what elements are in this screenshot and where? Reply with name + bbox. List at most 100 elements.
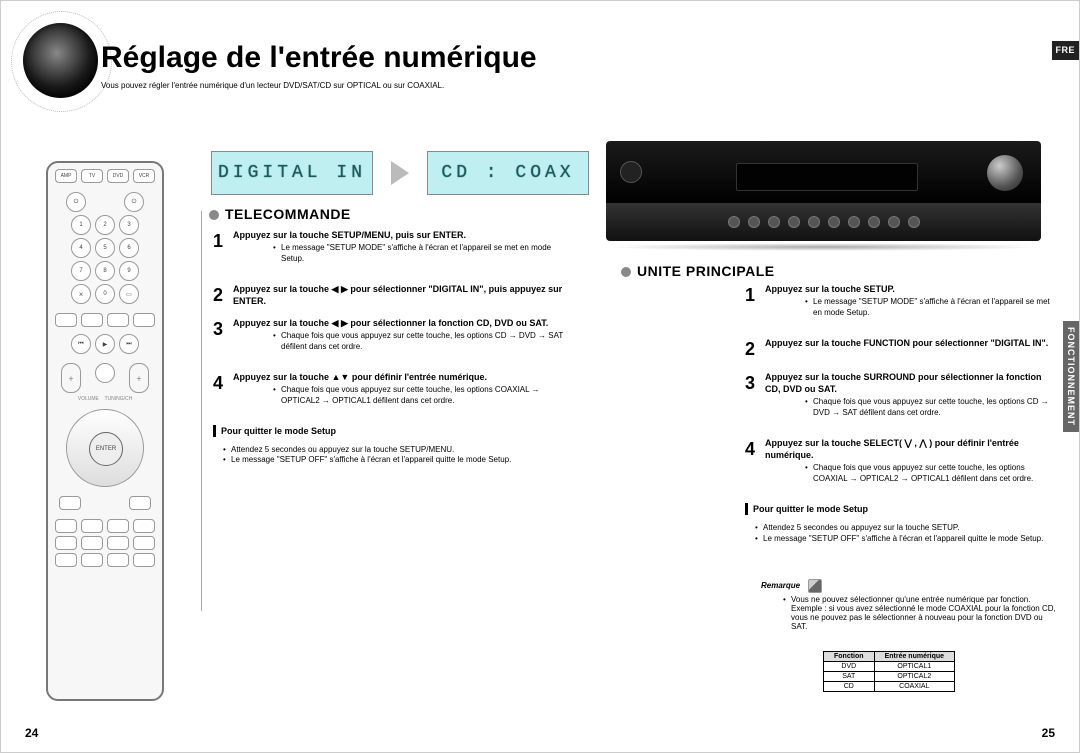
- remote-num-2: 2: [95, 215, 115, 235]
- remark-text: Vous ne pouvez sélectionner qu'une entré…: [783, 595, 1061, 631]
- remote-r5: [55, 536, 77, 550]
- remote-r10: [81, 553, 103, 567]
- instruction-step: 1Appuyez sur la touche SETUP.Le message …: [745, 283, 1055, 327]
- remote-num-8: 8: [95, 261, 115, 281]
- remote-num-6: 6: [119, 238, 139, 258]
- remote-r7: [107, 536, 129, 550]
- page-title: Réglage de l'entrée numérique: [101, 41, 801, 75]
- remote-num-3: 3: [119, 215, 139, 235]
- exit-setup-heading: Pour quitter le mode Setup: [745, 503, 1055, 515]
- unit-btn: [888, 216, 900, 228]
- step-sub-text: Chaque fois que vous appuyez sur cette t…: [273, 331, 569, 353]
- remote-mode-2: [81, 313, 103, 327]
- step-number: 1: [745, 283, 765, 327]
- remote-r11: [107, 553, 129, 567]
- step-main-text: Appuyez sur la touche SURROUND pour séle…: [765, 371, 1055, 395]
- bullet-icon: [209, 210, 219, 220]
- step-main-text: Appuyez sur la touche ◀ ▶ pour sélection…: [233, 317, 569, 329]
- step-sub-text: Le message "SETUP MODE" s'affiche à l'éc…: [273, 243, 569, 265]
- step-main-text: Appuyez sur la touche ▲▼ pour définir l'…: [233, 371, 569, 383]
- table-row: DVDOPTICAL1: [824, 662, 955, 672]
- remote-center-btn: [95, 363, 115, 383]
- step-number: 3: [745, 371, 765, 427]
- step-sub-text: Chaque fois que vous appuyez sur cette t…: [273, 385, 569, 407]
- remote-r9: [55, 553, 77, 567]
- arrow-right-icon: [391, 161, 409, 185]
- remote-info-btn: [59, 496, 81, 510]
- remote-tune-rocker: ＋: [129, 363, 149, 393]
- remote-mode-1: [55, 313, 77, 327]
- remote-r2: [81, 519, 103, 533]
- step-number: 1: [213, 229, 233, 273]
- unit-display: [736, 163, 918, 191]
- remote-r4: [133, 519, 155, 533]
- bullet-icon: [621, 267, 631, 277]
- telecommande-steps: 1Appuyez sur la touche SETUP/MENU, puis …: [213, 229, 569, 474]
- instruction-step: 4Appuyez sur la touche SELECT( ⋁ , ⋀ ) p…: [745, 437, 1055, 493]
- remote-num-9: 9: [119, 261, 139, 281]
- language-tab: FRE: [1052, 41, 1080, 60]
- remote-power-icon: ⏻: [66, 192, 86, 212]
- remote-r12: [133, 553, 155, 567]
- step-main-text: Appuyez sur la touche ◀ ▶ pour sélection…: [233, 283, 569, 307]
- divider-vertical: [201, 211, 202, 611]
- unit-btn: [768, 216, 780, 228]
- remark-note: Remarque Vous ne pouvez sélectionner qu'…: [761, 579, 1061, 631]
- unit-btn: [788, 216, 800, 228]
- function-input-table: FonctionEntrée numérique DVDOPTICAL1 SAT…: [823, 651, 955, 692]
- remote-r1: [55, 519, 77, 533]
- exit-setup-text: Le message "SETUP OFF" s'affiche à l'écr…: [223, 455, 569, 466]
- unit-btn: [828, 216, 840, 228]
- unit-btn: [908, 216, 920, 228]
- remote-src-dvd: DVD: [107, 169, 129, 183]
- remote-num-5: 5: [95, 238, 115, 258]
- unit-volume-knob: [987, 155, 1023, 191]
- instruction-step: 2Appuyez sur la touche FUNCTION pour sél…: [745, 337, 1055, 361]
- remote-enter-button: ENTER: [89, 432, 123, 466]
- instruction-step: 3Appuyez sur la touche SURROUND pour sél…: [745, 371, 1055, 427]
- step-number: 3: [213, 317, 233, 361]
- instruction-step: 3Appuyez sur la touche ◀ ▶ pour sélectio…: [213, 317, 569, 361]
- step-number: 4: [745, 437, 765, 493]
- remote-dpad: ENTER: [66, 409, 144, 487]
- remote-mode-3: [107, 313, 129, 327]
- unit-btn: [868, 216, 880, 228]
- page-number-left: 24: [25, 726, 38, 740]
- unit-power-icon: [620, 161, 642, 183]
- step-main-text: Appuyez sur la touche SETUP/MENU, puis s…: [233, 229, 569, 241]
- step-main-text: Appuyez sur la touche SELECT( ⋁ , ⋀ ) po…: [765, 437, 1055, 461]
- telecommande-heading: TELECOMMANDE: [209, 206, 351, 222]
- remote-num-1: 1: [71, 215, 91, 235]
- pencil-icon: [808, 579, 822, 593]
- section-side-tab: FONCTIONNEMENT: [1063, 321, 1079, 432]
- remote-r3: [107, 519, 129, 533]
- unite-steps: 1Appuyez sur la touche SETUP.Le message …: [745, 283, 1055, 553]
- speaker-icon: [23, 23, 98, 98]
- remote-src-amp: AMP: [55, 169, 77, 183]
- exit-setup-text: Le message "SETUP OFF" s'affiche à l'écr…: [755, 534, 1055, 545]
- unite-heading: UNITE PRINCIPALE: [621, 263, 775, 279]
- unit-shadow: [606, 243, 1041, 251]
- instruction-step: 4Appuyez sur la touche ▲▼ pour définir l…: [213, 371, 569, 415]
- exit-setup-heading: Pour quitter le mode Setup: [213, 425, 569, 437]
- remote-tuner-btn: [129, 496, 151, 510]
- remote-vol-label: VOLUME TUNING/CH: [78, 396, 132, 402]
- step-main-text: Appuyez sur la touche FUNCTION pour séle…: [765, 337, 1055, 349]
- step-number: 2: [745, 337, 765, 361]
- remote-prev-icon: ⏮: [71, 334, 91, 354]
- lcd-display-1: DIGITAL IN: [211, 151, 373, 195]
- table-header-input: Entrée numérique: [874, 652, 955, 662]
- step-sub-text: Le message "SETUP MODE" s'affiche à l'éc…: [805, 297, 1055, 319]
- remote-play-icon: ▶: [95, 334, 115, 354]
- page-subtitle: Vous pouvez régler l'entrée numérique d'…: [101, 81, 801, 90]
- remote-mode-4: [133, 313, 155, 327]
- table-header-function: Fonction: [824, 652, 875, 662]
- table-row: SATOPTICAL2: [824, 672, 955, 682]
- remote-num-0: 0: [95, 284, 115, 304]
- remote-num-7: 7: [71, 261, 91, 281]
- step-sub-text: Chaque fois que vous appuyez sur cette t…: [805, 463, 1055, 485]
- remote-src-tv: TV: [81, 169, 103, 183]
- remote-tv-power-icon: ⏻: [124, 192, 144, 212]
- page-number-right: 25: [1042, 726, 1055, 740]
- step-number: 2: [213, 283, 233, 307]
